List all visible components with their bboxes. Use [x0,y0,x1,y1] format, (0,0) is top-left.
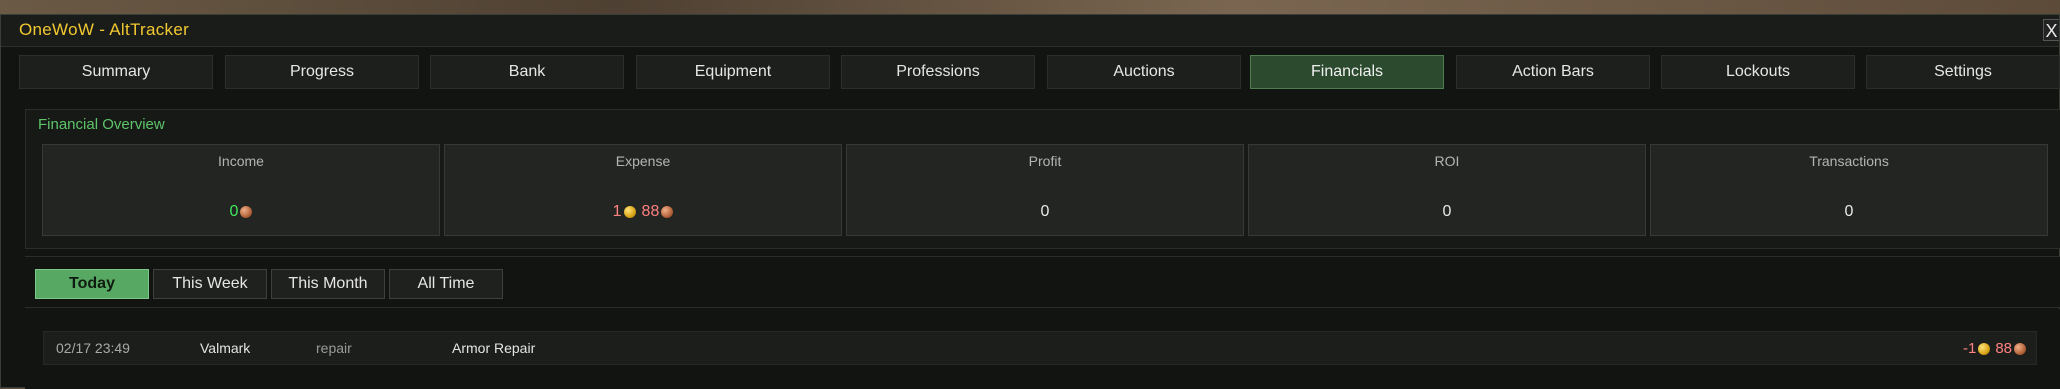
titlebar[interactable]: OneWoW - AltTracker X [1,15,2059,47]
close-button[interactable]: X [2043,19,2059,41]
income-value: 0 [229,203,239,220]
transaction-character: Valmark [200,340,251,356]
stat-value: 0 [1040,203,1050,220]
tab-bank[interactable]: Bank [430,55,624,89]
tab-equipment[interactable]: Equipment [636,55,830,89]
tab-financials[interactable]: Financials [1250,55,1444,89]
stat-value: 0 [1442,203,1452,220]
tab-professions[interactable]: Professions [841,55,1035,89]
filter-today-button[interactable]: Today [35,269,149,299]
stat-value: 0 [1844,203,1854,220]
tab-lockouts[interactable]: Lockouts [1661,55,1855,89]
filter-this-month-button[interactable]: This Month [271,269,385,299]
stat-label: Transactions [1809,153,1889,169]
alttracker-window: OneWoW - AltTracker X Summary Progress B… [0,14,2060,389]
transaction-list: 02/17 23:49 Valmark repair Armor Repair … [25,309,2060,389]
tab-bar: Summary Progress Bank Equipment Professi… [19,55,2060,89]
expense-copper: 88 [641,203,660,220]
tab-settings[interactable]: Settings [1866,55,2060,89]
stat-expense: Expense 1 88 [444,144,842,236]
tab-action-bars[interactable]: Action Bars [1456,55,1650,89]
amount-copper: 88 [1995,340,2012,357]
filter-all-time-button[interactable]: All Time [389,269,503,299]
transaction-date: 02/17 23:49 [56,340,130,356]
stat-value: 1 88 [445,203,841,221]
stat-income: Income 0 [42,144,440,236]
transaction-type: repair [316,340,352,356]
game-background [0,0,2060,14]
stat-label: Profit [1028,153,1062,169]
stats-row: Income 0 Expense 1 88 Profit 0 ROI 0 Tra… [42,144,2060,236]
transaction-amount: -1 88 [1963,340,2026,357]
stat-transactions: Transactions 0 [1650,144,2048,236]
tab-summary[interactable]: Summary [19,55,213,89]
panel-title: Financial Overview [38,116,165,133]
transaction-row[interactable]: 02/17 23:49 Valmark repair Armor Repair … [43,331,2037,365]
stat-label: Expense [615,153,671,169]
window-title: OneWoW - AltTracker [19,20,190,39]
copper-coin-icon [240,206,253,218]
stat-label: ROI [1434,153,1460,169]
filter-this-week-button[interactable]: This Week [153,269,267,299]
tab-auctions[interactable]: Auctions [1047,55,1241,89]
gold-coin-icon [623,206,636,218]
copper-coin-icon [2014,342,2026,355]
amount-gold: -1 [1962,340,1977,357]
gold-coin-icon [1978,342,1991,355]
financial-overview-panel: Financial Overview Income 0 Expense 1 88 [25,109,2060,249]
stat-value: 0 [43,203,439,221]
copper-coin-icon [661,206,674,218]
tab-progress[interactable]: Progress [225,55,419,89]
expense-gold: 1 [612,203,622,220]
stat-label: Income [218,153,264,169]
stat-roi: ROI 0 [1248,144,1646,236]
stat-profit: Profit 0 [846,144,1244,236]
time-filter-bar: Today This Week This Month All Time [25,256,2060,308]
transaction-description: Armor Repair [452,340,536,356]
